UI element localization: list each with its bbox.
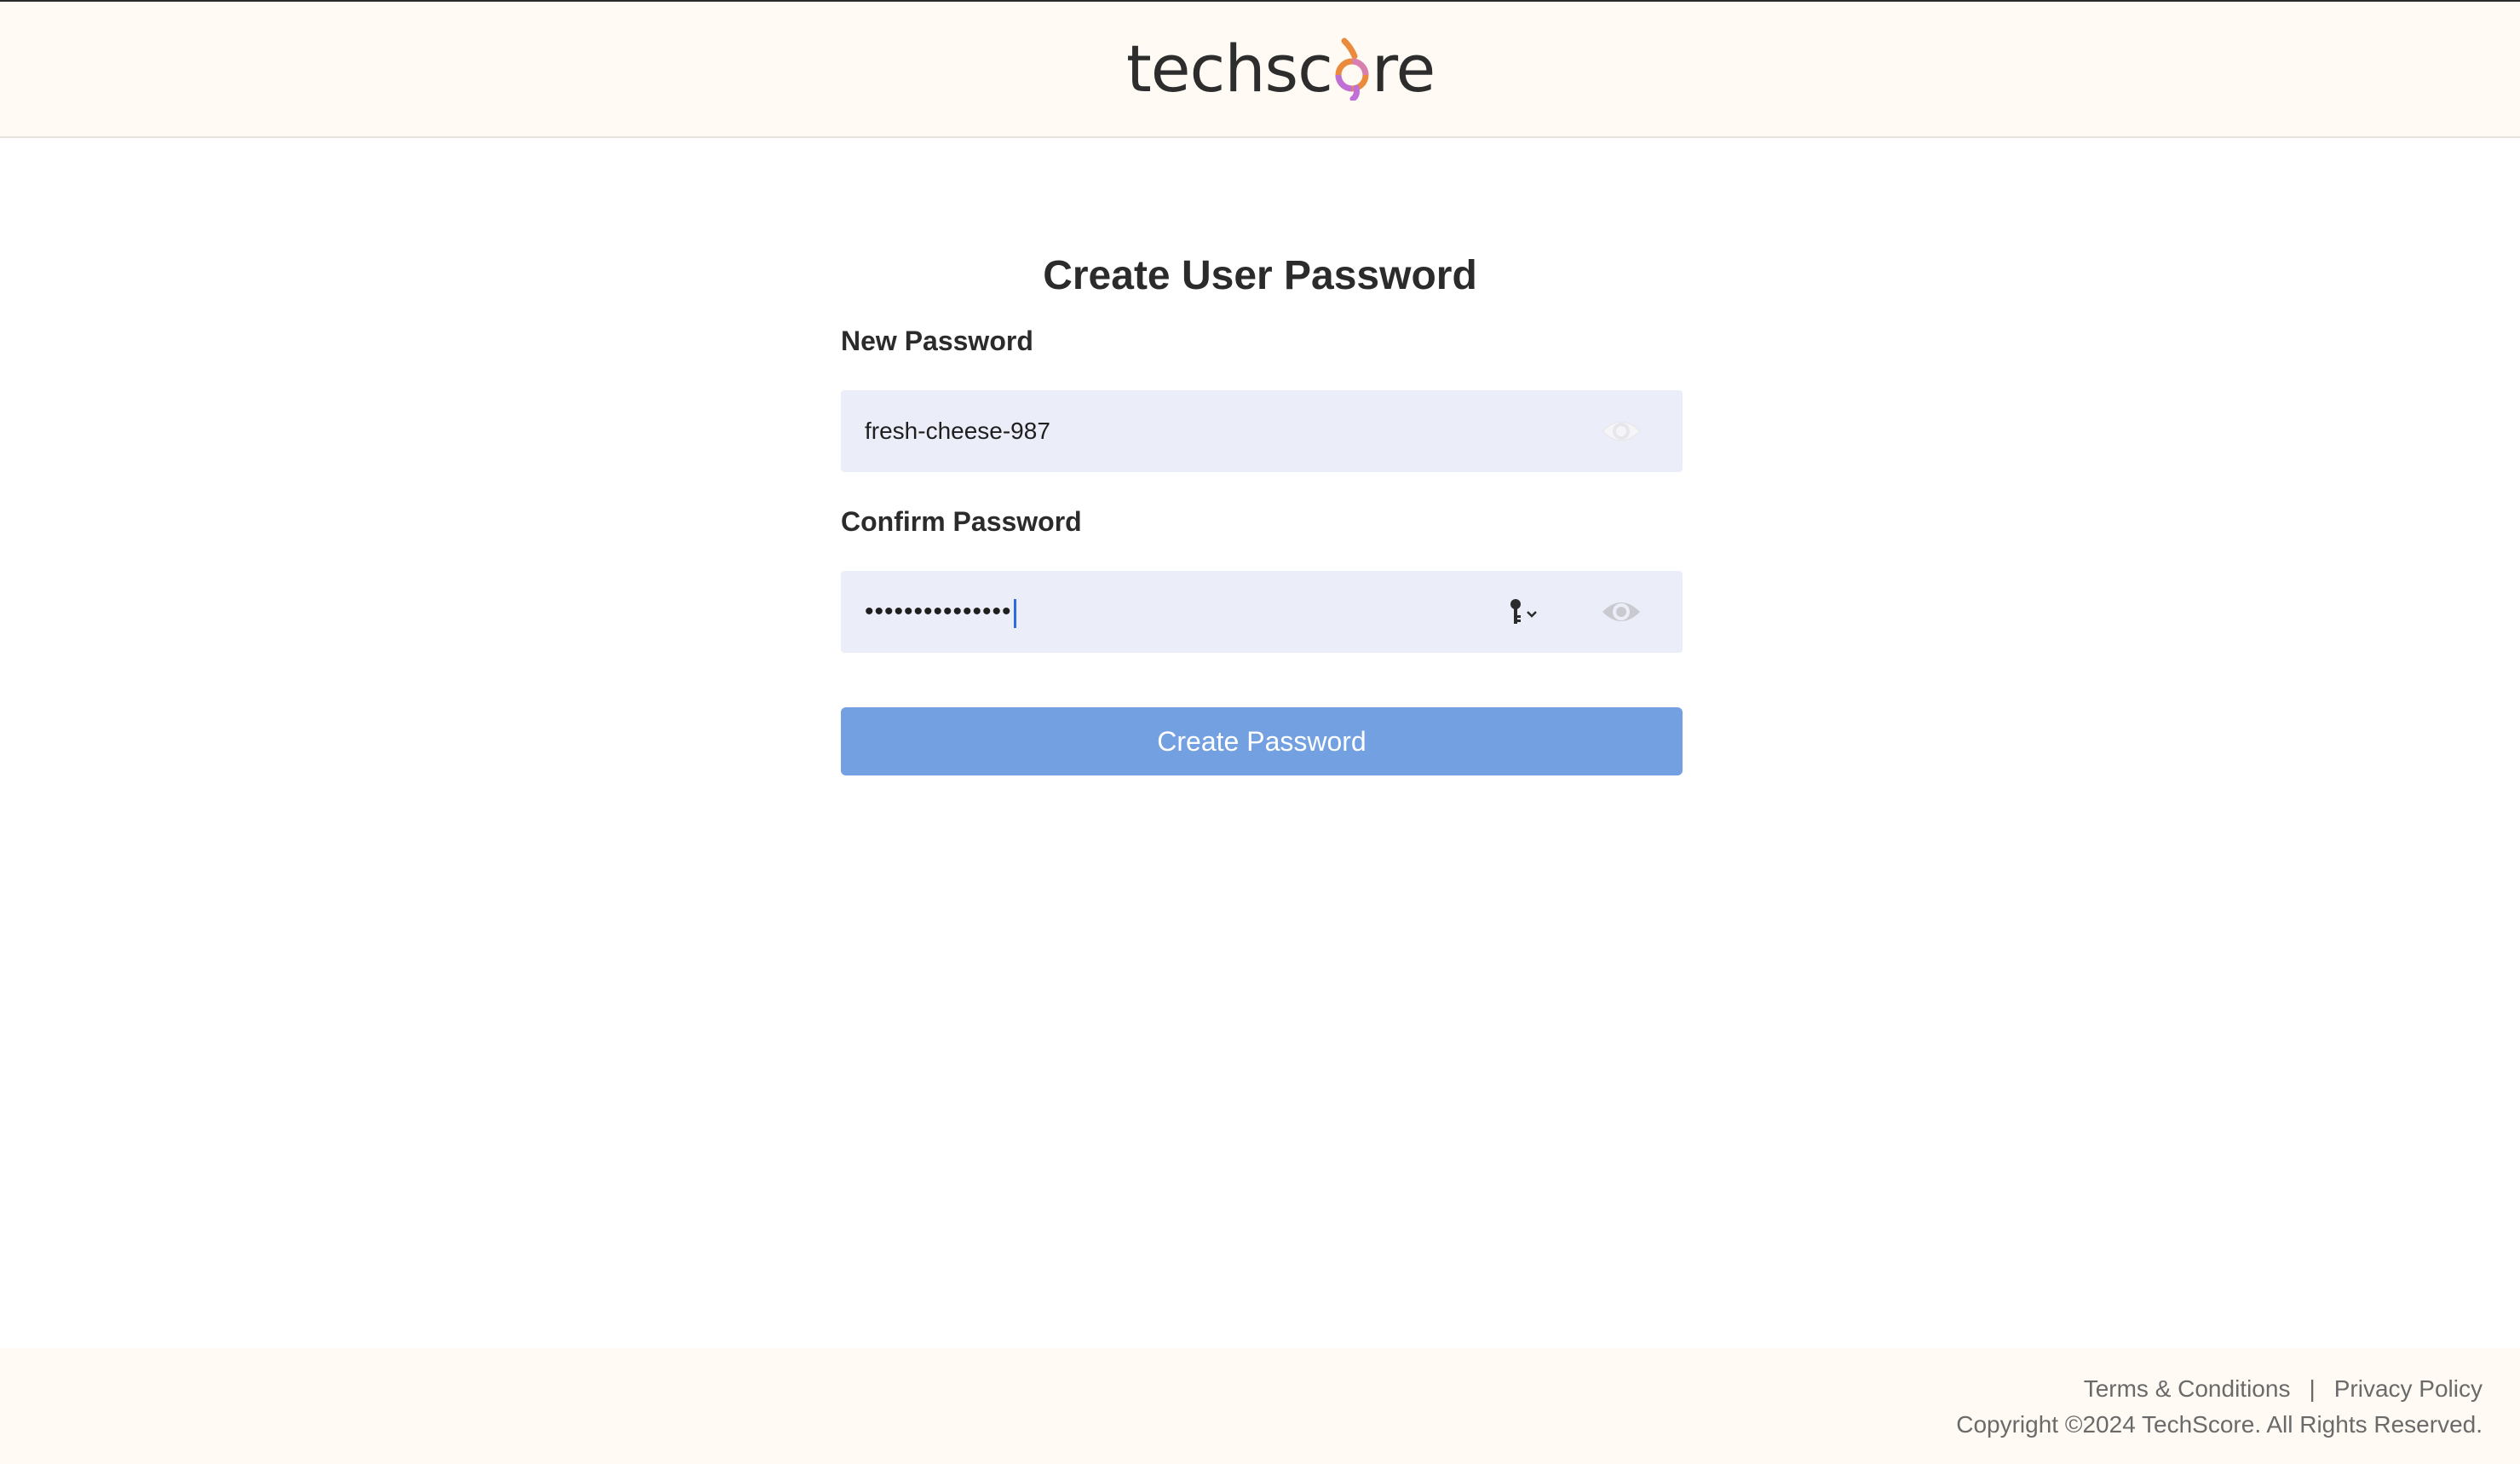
- confirm-password-value: •••••••••••••••: [865, 571, 1016, 653]
- key-icon[interactable]: [1507, 597, 1541, 627]
- site-header: techsc re: [0, 0, 2520, 138]
- copyright-text: Copyright ©2024 TechScore. All Rights Re…: [1956, 1411, 2483, 1438]
- page-title: Create User Password: [1043, 253, 1477, 298]
- confirm-password-label: Confirm Password: [841, 506, 1082, 537]
- techscore-logo[interactable]: techsc re: [1126, 26, 1435, 111]
- footer-separator: |: [2309, 1375, 2316, 1402]
- eye-icon[interactable]: [1601, 598, 1642, 625]
- footer-links: Terms & Conditions | Privacy Policy: [2084, 1375, 2483, 1403]
- masked-password: •••••••••••••••: [865, 597, 1012, 625]
- new-password-value: fresh-cheese-987: [865, 418, 1050, 444]
- logo-o-mark-icon: [1332, 36, 1372, 101]
- eye-icon[interactable]: [1601, 418, 1642, 445]
- new-password-field[interactable]: fresh-cheese-987: [841, 390, 1683, 472]
- new-password-label: New Password: [841, 326, 1033, 356]
- text-caret: [1013, 598, 1016, 628]
- terms-link[interactable]: Terms & Conditions: [2084, 1375, 2291, 1403]
- privacy-link[interactable]: Privacy Policy: [2334, 1375, 2483, 1403]
- logo-text-prefix: techsc: [1126, 30, 1333, 107]
- create-password-button[interactable]: Create Password: [841, 707, 1683, 775]
- logo-text-suffix: re: [1371, 30, 1435, 107]
- confirm-password-field[interactable]: •••••••••••••••: [841, 571, 1683, 653]
- site-footer: Terms & Conditions | Privacy Policy Copy…: [0, 1348, 2520, 1464]
